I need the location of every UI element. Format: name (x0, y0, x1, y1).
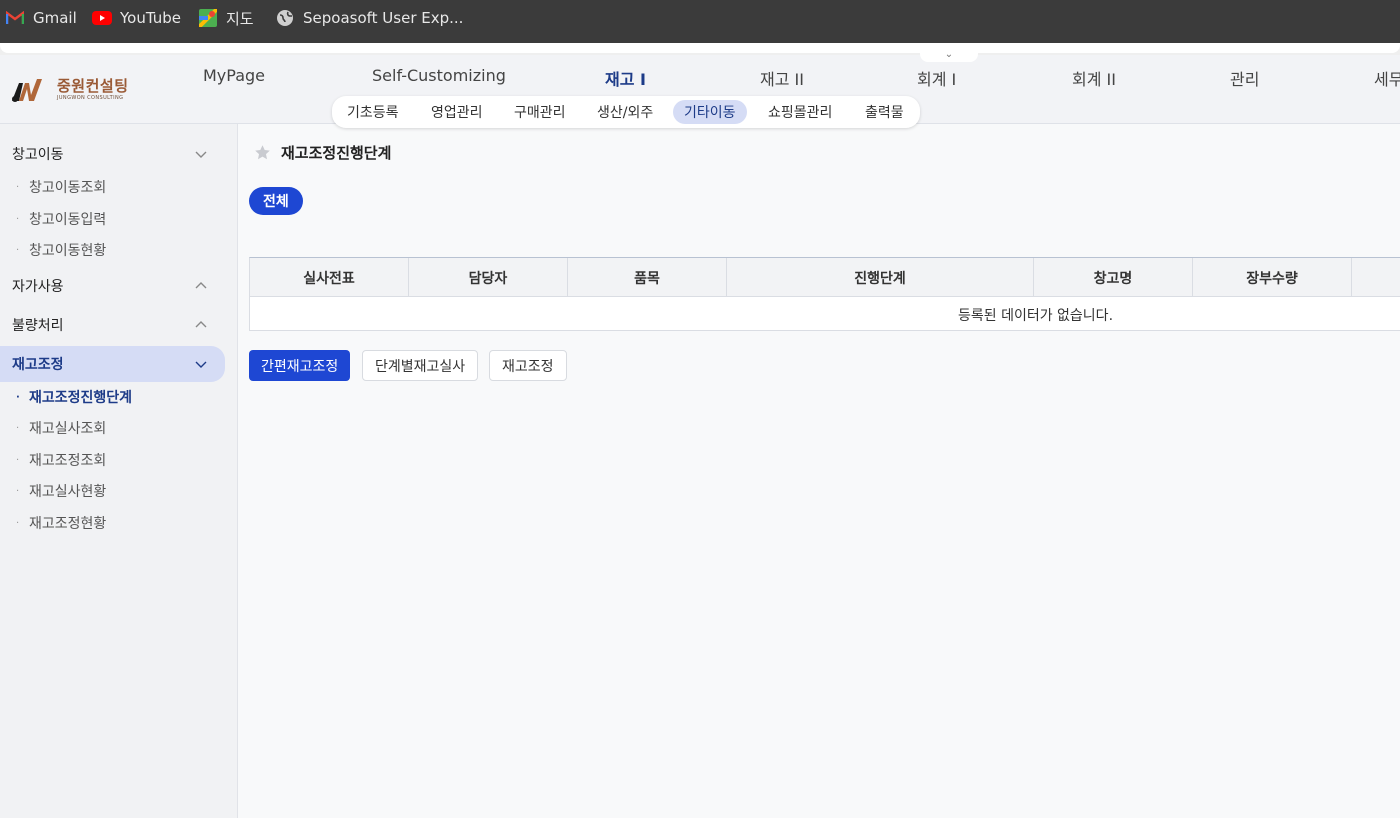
sidebar-group-inventory-adjustment[interactable]: 재고조정 (0, 346, 225, 382)
chevron-up-icon (195, 321, 207, 328)
sidebar: 창고이동 · 창고이동조회 · 창고이동입력 · 창고이동현황 자가사용 불량처리 재… (0, 124, 238, 818)
submenu-bar: 기초등록 영업관리 구매관리 생산/외주 기타이동 쇼핑몰관리 출력물 (332, 96, 920, 128)
logo-subtext: JUNGWON CONSULTING (57, 95, 124, 101)
column-header-manager[interactable]: 담당자 (409, 258, 568, 297)
bookmark-sepoasoft[interactable]: Sepoasoft User Exp... (275, 0, 463, 36)
maps-icon (198, 8, 218, 28)
logo-text: 중원컨설팅 (57, 77, 129, 95)
column-header-book-quantity[interactable]: 장부수량 (1193, 258, 1352, 297)
menu-tax[interactable]: 세무 (1374, 66, 1400, 90)
data-grid: 실사전표 담당자 품목 진행단계 창고명 장부수량 등록된 데이터가 없습니다. (249, 257, 1400, 331)
sidebar-item-label: 재고조정현황 (29, 516, 107, 532)
sidebar-group-label: 창고이동 (12, 147, 64, 163)
header-collapse-toggle[interactable]: ⌄ (920, 47, 978, 62)
bookmark-label: Sepoasoft User Exp... (303, 9, 464, 27)
menu-inventory-1[interactable]: 재고 I (605, 66, 646, 90)
chevron-down-icon: ⌄ (944, 49, 954, 60)
bookmark-label: Gmail (33, 9, 77, 27)
globe-icon (275, 8, 295, 28)
sidebar-group-defect-handling[interactable]: 불량처리 (0, 307, 225, 343)
stepwise-stocktake-button[interactable]: 단계별재고실사 (362, 350, 479, 381)
quick-adjustment-button[interactable]: 간편재고조정 (249, 350, 351, 381)
sidebar-item-adjustment-status[interactable]: · 재고조정현황 (0, 510, 225, 536)
menu-self-customizing[interactable]: Self-Customizing (372, 66, 506, 85)
favorite-star-icon[interactable] (254, 144, 271, 161)
sidebar-item-label: 재고조정진행단계 (29, 390, 133, 406)
filter-all-button[interactable]: 전체 (249, 187, 303, 215)
sidebar-item-stocktake-inquiry[interactable]: · 재고실사조회 (0, 415, 225, 441)
sidebar-group-label: 불량처리 (12, 318, 64, 334)
inventory-adjustment-button[interactable]: 재고조정 (489, 350, 567, 381)
bookmark-maps[interactable]: 지도 (198, 0, 254, 36)
bookmarks-bar: Gmail YouTube 지도 Sepoasoft User Exp... (0, 0, 1400, 43)
submenu-purchasing[interactable]: 구매관리 (503, 100, 577, 124)
chevron-down-icon (195, 361, 207, 368)
youtube-icon (92, 8, 112, 28)
sidebar-item-label: 창고이동조회 (29, 180, 107, 196)
column-header-more (1352, 258, 1400, 297)
app-header: 중원컨설팅 JUNGWON CONSULTING MyPage Self-Cus… (0, 55, 1400, 128)
main-content: 재고조정진행단계 전체 실사전표 담당자 품목 진행단계 창고명 장부수량 등록… (238, 124, 1400, 818)
empty-message: 등록된 데이터가 없습니다. (957, 307, 1114, 324)
column-header-warehouse[interactable]: 창고명 (1034, 258, 1193, 297)
column-header-stocktake-slip[interactable]: 실사전표 (250, 258, 409, 297)
sidebar-group-self-use[interactable]: 자가사용 (0, 268, 225, 304)
company-logo[interactable]: 중원컨설팅 JUNGWON CONSULTING (11, 75, 129, 105)
sidebar-item-label: 재고실사조회 (29, 421, 107, 437)
menu-accounting-2[interactable]: 회계 II (1072, 66, 1116, 90)
column-header-progress-stage[interactable]: 진행단계 (727, 258, 1034, 297)
sidebar-item-adjustment-inquiry[interactable]: · 재고조정조회 (0, 447, 225, 473)
submenu-shopping-mall[interactable]: 쇼핑몰관리 (757, 100, 843, 124)
submenu-basic-registration[interactable]: 기초등록 (336, 100, 410, 124)
bookmark-label: YouTube (120, 9, 181, 27)
page-title: 재고조정진행단계 (281, 144, 392, 162)
sidebar-item-label: 재고조정조회 (29, 453, 107, 469)
sidebar-group-label: 재고조정 (12, 357, 64, 373)
chevron-up-icon (195, 282, 207, 289)
bookmark-label: 지도 (226, 9, 254, 28)
sidebar-item-label: 창고이동입력 (29, 212, 107, 228)
sidebar-item-label: 재고실사현황 (29, 484, 107, 500)
browser-frame-edge (0, 43, 1400, 55)
sidebar-item-transfer-status[interactable]: · 창고이동현황 (0, 237, 225, 263)
menu-mypage[interactable]: MyPage (203, 66, 265, 85)
column-header-item[interactable]: 품목 (568, 258, 727, 297)
submenu-other-movement[interactable]: 기타이동 (673, 100, 747, 124)
menu-management[interactable]: 관리 (1230, 66, 1259, 90)
submenu-production[interactable]: 생산/외주 (586, 100, 664, 124)
sidebar-item-label: 창고이동현황 (29, 243, 107, 259)
menu-inventory-2[interactable]: 재고 II (760, 66, 804, 90)
logo-mark-icon (12, 79, 42, 102)
submenu-printouts[interactable]: 출력물 (854, 100, 915, 124)
sidebar-item-adjustment-progress[interactable]: · 재고조정진행단계 (0, 384, 225, 410)
chevron-down-icon (195, 151, 207, 158)
sidebar-item-transfer-input[interactable]: · 창고이동입력 (0, 206, 225, 232)
menu-accounting-1[interactable]: 회계 I (917, 66, 956, 90)
bookmark-gmail[interactable]: Gmail (5, 0, 77, 36)
gmail-icon (5, 8, 25, 28)
sidebar-item-stocktake-status[interactable]: · 재고실사현황 (0, 478, 225, 504)
bookmark-youtube[interactable]: YouTube (92, 0, 181, 36)
sidebar-item-transfer-inquiry[interactable]: · 창고이동조회 (0, 174, 225, 200)
submenu-sales[interactable]: 영업관리 (420, 100, 494, 124)
sidebar-group-label: 자가사용 (12, 279, 64, 295)
sidebar-group-warehouse-transfer[interactable]: 창고이동 (0, 136, 225, 172)
grid-header: 실사전표 담당자 품목 진행단계 창고명 장부수량 (250, 258, 1400, 297)
